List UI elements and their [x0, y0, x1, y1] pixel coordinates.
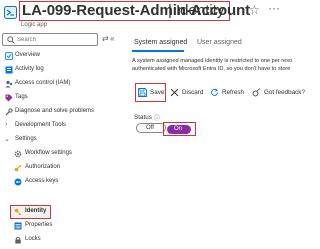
refresh-icon [211, 88, 218, 96]
sidebar-item-label: Diagnose and solve problems [15, 108, 95, 114]
sidebar-item-diagnose[interactable]: Diagnose and solve problems [0, 105, 124, 119]
more-options-icon[interactable]: ··· [268, 1, 280, 15]
tab-user-assigned[interactable]: User assigned [197, 39, 242, 46]
save-label: Save [150, 89, 165, 96]
toggle-on-highlight-box: On [163, 122, 196, 136]
chevron-down-icon: ⌄ [4, 136, 10, 143]
sidebar-item-label: Locks [25, 236, 41, 242]
feedback-label: Got feedback? [264, 89, 305, 96]
overview-icon [5, 52, 13, 60]
expand-collapse-icon[interactable]: ⇄ [102, 34, 109, 43]
sidebar-item-locks[interactable]: Locks [0, 233, 124, 247]
sidebar-item-workflow-settings[interactable]: Workflow settings [0, 147, 124, 161]
sidebar-group-label: Development Tools [15, 122, 66, 128]
toggle-on-label: On [174, 126, 183, 132]
activity-log-icon [5, 66, 13, 74]
sidebar-item-authorization[interactable]: Authorization [0, 161, 124, 175]
info-icon[interactable]: ⓘ [154, 113, 160, 122]
page-header: LA-099-Request-Admin-Account | Identity … [0, 0, 314, 33]
chevron-right-icon: › [5, 121, 8, 128]
sidebar-item-label: Tags [15, 94, 28, 100]
key-yellow-icon [14, 164, 22, 172]
sidebar-item-identity[interactable]: Identity [0, 205, 124, 219]
sidebar-item-label: Overview [15, 52, 41, 58]
save-button[interactable]: Save [138, 86, 164, 100]
save-icon [138, 88, 147, 97]
sidebar-item-label: Authorization [25, 164, 61, 170]
toggle-on-option[interactable]: On [167, 125, 191, 134]
feedback-button[interactable]: Got feedback? [252, 86, 310, 100]
sidebar: ⇄ « Overview Activity log Access control… [0, 33, 124, 249]
iam-icon [5, 80, 13, 88]
sidebar-item-activity-log[interactable]: Activity log [0, 63, 124, 77]
refresh-label: Refresh [222, 89, 245, 96]
discard-button[interactable]: Discard [170, 86, 205, 100]
sidebar-item-overview[interactable]: Overview [0, 49, 124, 63]
sidebar-item-label: Identity [25, 208, 47, 214]
status-label: Status [134, 114, 152, 121]
sidebar-item-label: Access keys [25, 178, 59, 184]
collapse-sidebar-icon[interactable]: « [110, 34, 114, 43]
logic-app-icon [4, 6, 17, 19]
refresh-button[interactable]: Refresh [210, 86, 246, 100]
identity-description: A system assigned managed identity is re… [132, 58, 316, 73]
close-icon [170, 88, 179, 97]
description-line-1: A system assigned managed identity is re… [132, 58, 293, 64]
page-section-title: Identity [176, 2, 225, 19]
title-separator: | [168, 2, 172, 19]
search-input[interactable] [17, 35, 95, 45]
properties-icon [14, 222, 22, 230]
tag-icon [5, 94, 13, 102]
lock-icon [15, 236, 21, 244]
main-content: System assigned User assigned A system a… [130, 33, 314, 249]
wrench-icon [5, 108, 13, 116]
sidebar-item-label: Activity log [15, 66, 44, 72]
sidebar-item-properties[interactable]: Properties [0, 219, 124, 233]
sidebar-group-development-tools[interactable]: › Development Tools [0, 119, 124, 133]
sidebar-group-label: Settings [15, 136, 37, 142]
gear-icon [14, 150, 22, 158]
identity-key-icon [14, 208, 22, 216]
sidebar-item-iam[interactable]: Access control (IAM) [0, 77, 124, 91]
status-toggle[interactable]: Off [136, 123, 166, 133]
search-icon [7, 36, 15, 44]
discard-label: Discard [182, 89, 204, 96]
toggle-off-option[interactable]: Off [146, 125, 154, 131]
tab-system-assigned[interactable]: System assigned [134, 39, 187, 46]
sidebar-item-label: Access control (IAM) [15, 80, 71, 86]
sidebar-item-label: Properties [25, 222, 53, 228]
description-line-2: authenticated with Microsoft Entra ID, s… [132, 65, 291, 72]
sidebar-item-tags[interactable]: Tags [0, 91, 124, 105]
sidebar-search-box[interactable] [2, 33, 98, 46]
feedback-icon [252, 88, 261, 97]
sidebar-item-access-keys[interactable]: Access keys [0, 175, 124, 189]
active-tab-indicator [132, 50, 184, 52]
access-keys-icon [14, 178, 22, 186]
star-icon[interactable]: ☆ [249, 3, 260, 17]
resource-type-label: Logic app [21, 22, 48, 28]
sidebar-group-settings[interactable]: ⌄ Settings [0, 133, 124, 147]
sidebar-item-label: Workflow settings [25, 150, 72, 156]
